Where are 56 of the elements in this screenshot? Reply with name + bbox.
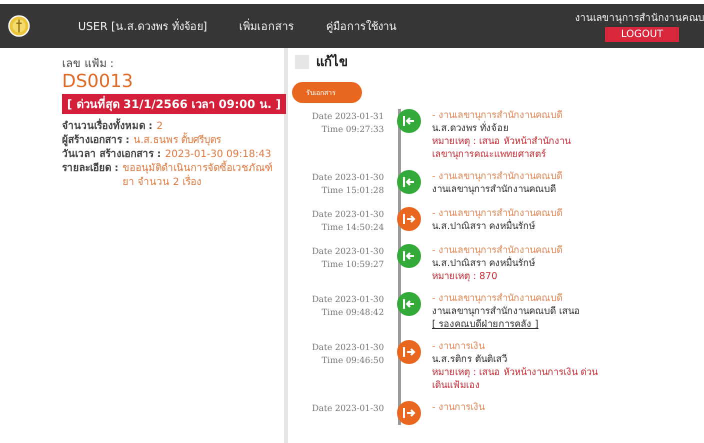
section-title: แก้ไข [316, 52, 348, 72]
entry-person: น.ส.ดวงพร ทั่งจ้อย [432, 122, 510, 135]
entry-time: Time 15:01:28 [320, 185, 384, 198]
entry-department: - งานเลขานุการสำนักงานคณบดี [432, 244, 564, 256]
file-number: DS0013 [62, 72, 134, 92]
user-name: USER [น.ส.ดวงพร ทั่งจ้อย] [78, 18, 208, 35]
entry-date: Date 2023-01-30 [310, 403, 384, 416]
entry-department: - งานเลขานุการสำนักงานคณบดี [432, 170, 564, 183]
entry-department: - งานการเงิน [432, 401, 486, 414]
field-label: จำนวนเรื่องทั้งหมด : [62, 120, 152, 134]
entry-time: Time 09:48:42 [320, 307, 384, 320]
entry-time: Time 09:46:50 [320, 355, 384, 368]
entry-date: Date 2023-01-30 [310, 172, 384, 185]
arrow-left-icon [397, 170, 421, 194]
nav-link[interactable]: คู่มือการใช้งาน [326, 17, 398, 35]
nav-link[interactable]: เพิ่มเอกสาร [239, 17, 294, 35]
entry-date: Date 2023-01-30 [310, 209, 384, 222]
urgency-badge: [ ด่วนที่สุด 31/1/2566 เวลา 09:00 น. ] [62, 94, 286, 114]
entry-time: Time 09:27:33 [320, 124, 384, 137]
arrow-left-icon [397, 292, 421, 316]
entry-department: - งานการเงิน [432, 340, 486, 353]
field-label: วันเวลา สร้างเอกสาร : [62, 148, 161, 160]
field-value: 2023-01-30 09:18:43 [164, 148, 272, 160]
entry-time: Time 14:50:24 [320, 222, 384, 235]
entry-time: Time 10:59:27 [320, 259, 384, 272]
field-value: น.ส.ธนพร ตั้บศรีบุตร [133, 134, 284, 148]
arrow-right-icon [397, 401, 421, 425]
entry-person: น.ส.ปาณิสรา คงหมื่นรักษ์ [432, 220, 536, 233]
field-label: รายละเอียด : [62, 162, 118, 176]
entry-person: งานเลขานุการสำนักงานคณบดี เสนอ [432, 305, 580, 318]
emblem-icon [8, 15, 30, 37]
entry-note: หมายเหตุ : เสนอ หัวหน้าสำนักงานเลขานุการคณะแพทยศาสตร์ [432, 135, 572, 161]
file-number-label: เลข แฟ้ม : [62, 56, 115, 72]
arrow-left-icon [397, 109, 421, 133]
arrow-right-icon [397, 207, 421, 231]
entry-person: น.ส.ปาณิสรา คงหมื่นรักษ์ [432, 257, 536, 270]
entry-note: หมายเหตุ : เสนอ หัวหน้างานการเงิน ด่วน เดินแฟ้มเอง [432, 366, 599, 392]
entry-department: - งานเลขานุการสำนักงานคณบดี [432, 109, 564, 121]
entry-date: Date 2023-01-30 [310, 294, 384, 307]
field-value: ขออนุมัติดำเนินการจัดซื้อเวชภัณฑ์ยา จำนวน 2 เรื่อง [122, 162, 284, 190]
field-label: ผู้สร้างเอกสาร : [62, 134, 130, 148]
logout-button[interactable]: LOGOUT [605, 27, 680, 42]
department-name: งานเลขานุการสำนักงานคณบ [575, 12, 704, 25]
field-value: 2 [156, 120, 164, 134]
entry-department: - งานเลขานุการสำนักงานคณบดี [432, 292, 564, 305]
entry-person: งานเลขานุการสำนักงานคณบดี [432, 183, 556, 196]
arrow-right-icon [397, 340, 421, 364]
entry-date: Date 2023-01-30 [310, 246, 384, 259]
entry-date: Date 2023-01-30 [310, 342, 384, 355]
entry-note: หมายเหตุ : 870 [432, 270, 498, 283]
forward-link[interactable]: [ รองคณบดีฝ่ายการคลัง ] [432, 318, 538, 331]
entry-date: Date 2023-01-31 [310, 111, 384, 124]
square-icon [295, 54, 309, 68]
entry-person: น.ส.รติกร ตันติเสวี [432, 353, 508, 366]
arrow-left-icon [397, 244, 421, 268]
entry-department: - งานเลขานุการสำนักงานคณบดี [432, 207, 564, 219]
